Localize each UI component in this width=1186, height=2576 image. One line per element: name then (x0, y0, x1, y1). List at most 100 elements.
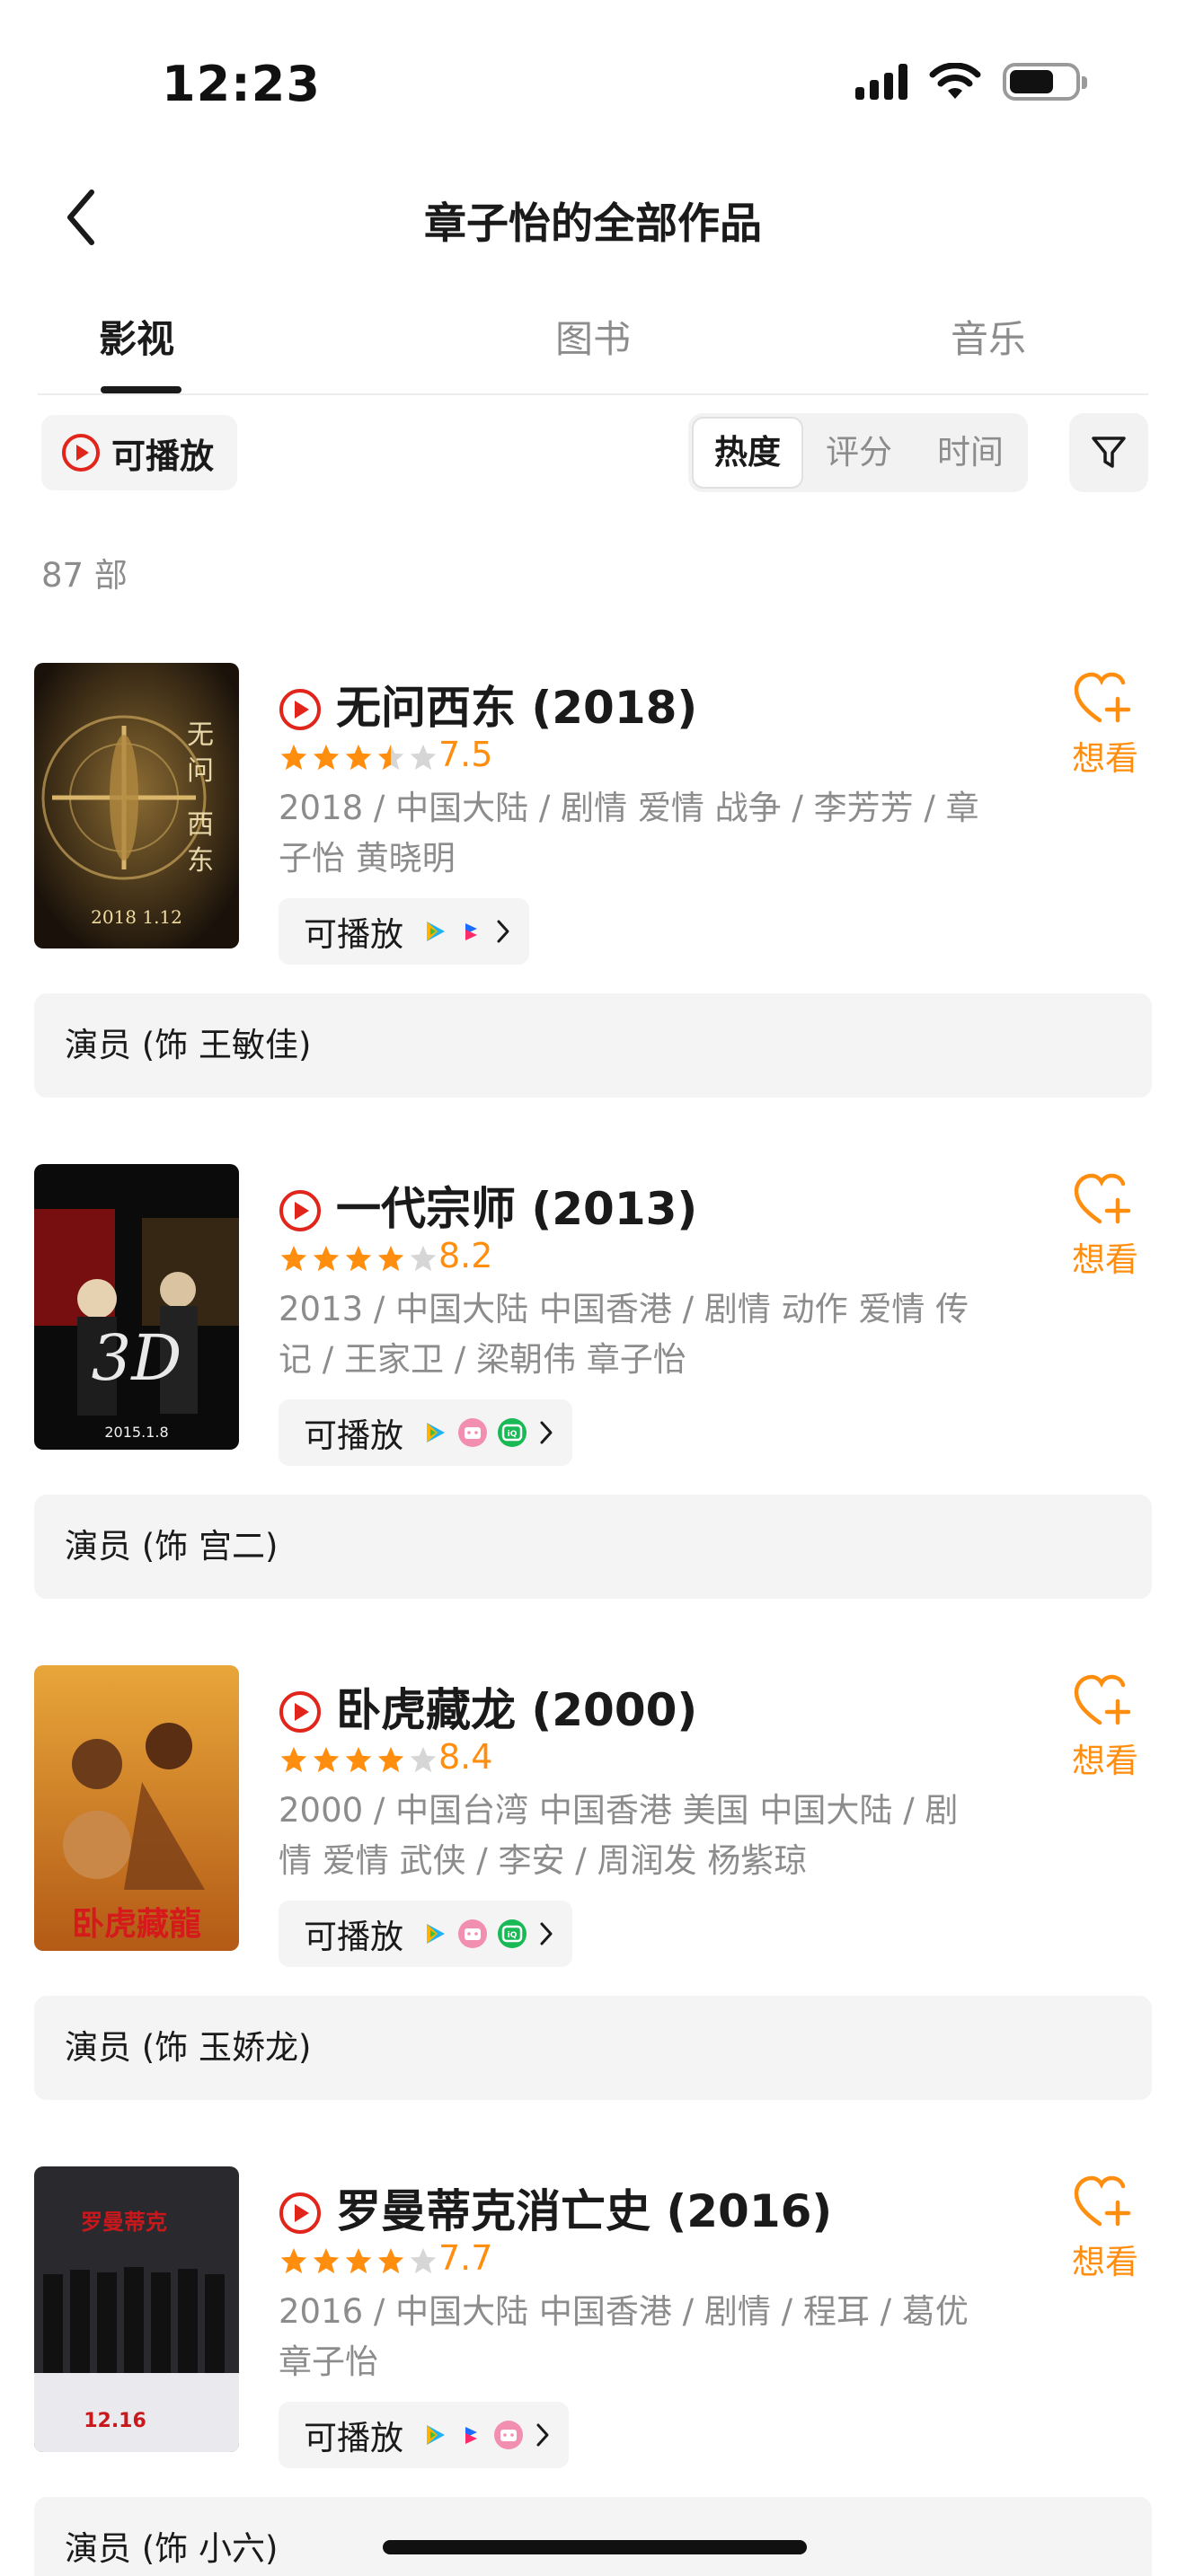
star-rating (279, 1744, 438, 1775)
poster-date: 2018 1.12 (91, 906, 182, 928)
tencent-video-icon (427, 1423, 445, 1442)
iqiyi-icon: iQ (498, 1919, 527, 1948)
work-list-item: 3D 2015.1.8 一代宗师 (2013) 8.2 2013 / 中国大陆 … (0, 1164, 1186, 1667)
star-full-icon (280, 2247, 307, 2274)
star-rating (279, 742, 438, 772)
playable-sources-button[interactable]: 可播放 (279, 898, 529, 965)
youku-icon (458, 2422, 483, 2448)
role-info[interactable]: 演员 (饰 玉娇龙) (34, 1996, 1152, 2100)
poster-image[interactable]: 罗曼蒂克 12.16 (34, 2166, 239, 2452)
role-info[interactable]: 演员 (饰 小六) (34, 2497, 1152, 2576)
star-full-icon (345, 2247, 372, 2274)
want-to-watch-button[interactable]: 想看 (1069, 1171, 1141, 1281)
chevron-right-icon (497, 920, 509, 943)
work-meta: 2013 / 中国大陆 中国香港 / 剧情 动作 爱情 传 记 / 王家卫 / … (279, 1284, 997, 1385)
star-half-icon (377, 744, 404, 771)
sort-popularity[interactable]: 热度 (692, 417, 803, 489)
poster-title: 卧虎藏龍 (72, 1905, 201, 1943)
tab-film-tv[interactable]: 影视 (38, 296, 235, 393)
want-to-watch-label: 想看 (1072, 1240, 1138, 1279)
sort-time[interactable]: 时间 (915, 417, 1026, 489)
iqiyi-icon: iQ (498, 1418, 527, 1447)
star-full-icon (313, 1746, 340, 1773)
playable-sources-button[interactable]: 可播放 iQ (279, 1399, 572, 1466)
svg-text:东: 东 (187, 845, 214, 877)
sort-segmented-control: 热度 评分 时间 (688, 413, 1028, 492)
cellular-signal-icon (855, 64, 907, 100)
poster-art: 无 问 西 东 2018 1.12 (34, 663, 239, 948)
want-to-watch-button[interactable]: 想看 (1069, 1672, 1141, 1782)
tab-label: 图书 (554, 317, 631, 361)
status-bar: 12:23 (0, 0, 1186, 171)
meta-line: 2000 / 中国台湾 中国香港 美国 中国大陆 / 剧 (279, 1791, 959, 1830)
playable-sources-button[interactable]: 可播放 iQ (279, 1901, 572, 1967)
heart-plus-icon (1074, 2175, 1131, 2227)
meta-line: 2013 / 中国大陆 中国香港 / 剧情 动作 爱情 传 (279, 1290, 969, 1328)
funnel-icon (1092, 437, 1126, 468)
tab-books[interactable]: 图书 (494, 296, 692, 393)
bilibili-icon (458, 1919, 487, 1948)
home-indicator[interactable] (383, 2540, 807, 2554)
work-title[interactable]: 卧虎藏龙 (2000) (336, 1674, 697, 1739)
playable-filter-button[interactable]: 可播放 (41, 415, 237, 490)
work-title[interactable]: 无问西东 (2018) (336, 672, 697, 737)
svg-text:无: 无 (187, 719, 214, 751)
chevron-right-icon (540, 1421, 553, 1444)
star-full-icon (377, 1746, 404, 1773)
heart-plus-icon (1074, 1173, 1131, 1224)
rating-score: 8.4 (438, 1737, 493, 1777)
playable-sources-button[interactable]: 可播放 (279, 2402, 569, 2468)
nav-bar: 章子怡的全部作品 (0, 171, 1186, 260)
filter-button[interactable] (1069, 413, 1148, 492)
poster-image[interactable]: 无 问 西 东 2018 1.12 (34, 663, 239, 948)
svg-text:问: 问 (187, 755, 214, 787)
work-title[interactable]: 一代宗师 (2013) (336, 1173, 697, 1238)
star-full-icon (345, 744, 372, 771)
want-to-watch-button[interactable]: 想看 (1069, 670, 1141, 780)
poster-art: 3D 2015.1.8 (34, 1164, 239, 1450)
heart-plus-icon (1074, 1674, 1131, 1725)
page-title: 章子怡的全部作品 (424, 199, 762, 249)
poster-image[interactable]: 卧虎藏龍 (34, 1665, 239, 1951)
rating-score: 7.7 (438, 2238, 493, 2278)
sort-rating[interactable]: 评分 (803, 417, 915, 489)
svg-text:西: 西 (187, 809, 214, 841)
playable-label: 可播放 (304, 1416, 403, 1455)
star-full-icon (313, 1245, 340, 1272)
want-to-watch-label: 想看 (1072, 739, 1138, 778)
works-count: 87 部 (41, 556, 128, 595)
star-empty-icon (410, 2247, 437, 2274)
work-meta: 2018 / 中国大陆 / 剧情 爱情 战争 / 李芳芳 / 章 子怡 黄晓明 (279, 783, 997, 884)
work-title[interactable]: 罗曼蒂克消亡史 (2016) (336, 2175, 832, 2240)
work-meta: 2016 / 中国大陆 中国香港 / 剧情 / 程耳 / 葛优 章子怡 (279, 2287, 997, 2387)
role-info[interactable]: 演员 (饰 宫二) (34, 1495, 1152, 1599)
heart-plus-icon (1074, 672, 1131, 723)
meta-line: 子怡 黄晓明 (279, 839, 456, 878)
tencent-video-icon (427, 922, 445, 941)
star-full-icon (345, 1245, 372, 1272)
work-list-item: 卧虎藏龍 卧虎藏龙 (2000) 8.4 2000 / 中国台湾 中国香港 美国… (0, 1665, 1186, 2168)
star-empty-icon (410, 1245, 437, 1272)
meta-line: 章子怡 (279, 2342, 378, 2381)
role-info[interactable]: 演员 (饰 王敏佳) (34, 993, 1152, 1098)
tab-label: 影视 (98, 317, 174, 361)
play-circle-icon (279, 1691, 321, 1733)
star-rating (279, 2245, 438, 2276)
rating-score: 7.5 (438, 735, 493, 774)
want-to-watch-button[interactable]: 想看 (1069, 2174, 1141, 2283)
bilibili-icon (458, 1418, 487, 1447)
poster-date: 2015.1.8 (104, 1424, 168, 1441)
work-meta: 2000 / 中国台湾 中国香港 美国 中国大陆 / 剧 情 爱情 武侠 / 李… (279, 1786, 997, 1886)
chevron-right-icon (536, 2423, 549, 2447)
tab-music[interactable]: 音乐 (890, 296, 1087, 393)
star-full-icon (377, 2247, 404, 2274)
playable-filter-label: 可播放 (111, 436, 215, 476)
tencent-video-icon (427, 1924, 445, 1944)
star-empty-icon (410, 744, 437, 771)
play-circle-icon (279, 2192, 321, 2234)
play-circle-icon (62, 434, 100, 472)
category-tabs: 影视 图书 音乐 (38, 296, 1148, 395)
poster-image[interactable]: 3D 2015.1.8 (34, 1164, 239, 1450)
star-full-icon (280, 744, 307, 771)
active-tab-indicator (101, 386, 181, 393)
